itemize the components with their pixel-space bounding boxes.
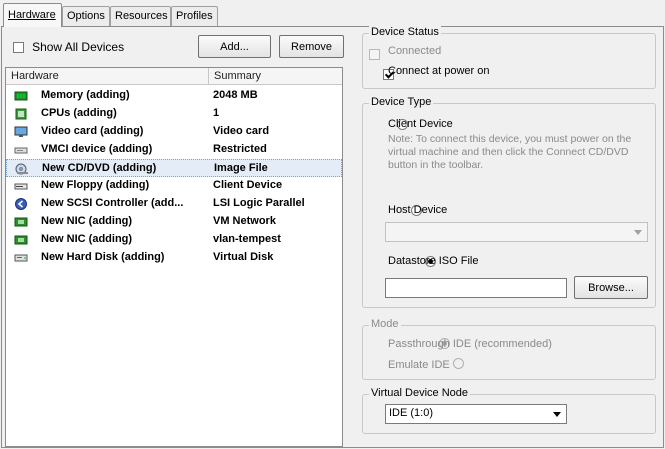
row-name: New Floppy (adding) xyxy=(41,179,150,191)
note-line: Note: To connect this device, you must p… xyxy=(388,133,632,145)
list-item-cpus[interactable]: CPUs (adding) 1 xyxy=(6,105,342,123)
row-name: New NIC (adding) xyxy=(41,215,133,227)
scsi-controller-icon xyxy=(15,198,27,210)
list-item-new-nic-2[interactable]: New NIC (adding) vlan-tempest xyxy=(6,231,342,249)
list-item-memory[interactable]: Memory (adding) 2048 MB xyxy=(6,87,342,105)
row-summary: 1 xyxy=(213,107,220,119)
remove-button[interactable]: Remove xyxy=(279,35,344,58)
row-name: New CD/DVD (adding) xyxy=(42,162,157,174)
datastore-iso-path-input[interactable] xyxy=(385,278,567,298)
datastore-iso-label: Datastore ISO File xyxy=(388,255,479,267)
tab-resources[interactable]: Resources xyxy=(110,6,171,26)
browse-button[interactable]: Browse... xyxy=(574,276,648,299)
show-all-devices-check[interactable] xyxy=(13,41,24,53)
host-device-dropdown[interactable] xyxy=(385,222,648,242)
nic-icon xyxy=(14,235,28,245)
row-name: New Hard Disk (adding) xyxy=(41,251,165,263)
list-item-video-card[interactable]: Video card (adding) Video card xyxy=(6,123,342,141)
add-button[interactable]: Add... xyxy=(198,35,271,58)
list-item-new-cd-dvd[interactable]: New CD/DVD (adding) Image File xyxy=(6,159,342,177)
row-name: Video card (adding) xyxy=(41,125,144,137)
tab-bar: Hardware Options Resources Profiles xyxy=(0,0,665,27)
show-all-devices-checkbox[interactable]: Show All Devices xyxy=(13,40,124,54)
row-summary: 2048 MB xyxy=(213,89,258,101)
row-name: Memory (adding) xyxy=(41,89,130,101)
list-item-vmci-device[interactable]: VMCI device (adding) Restricted xyxy=(6,141,342,159)
row-summary: Client Device xyxy=(213,179,283,191)
show-all-devices-label: Show All Devices xyxy=(32,40,125,54)
device-status-group: Device Status xyxy=(362,26,656,89)
list-item-new-nic-1[interactable]: New NIC (adding) VM Network xyxy=(6,213,342,231)
nic-icon xyxy=(14,217,28,227)
emulate-ide-label: Emulate IDE xyxy=(388,359,450,371)
row-name: New SCSI Controller (add... xyxy=(41,197,184,209)
mode-group: Mode xyxy=(362,318,656,380)
row-summary: Image File xyxy=(214,162,268,174)
mode-title: Mode xyxy=(369,318,401,330)
cd-dvd-icon xyxy=(15,163,28,175)
list-item-new-scsi-controller[interactable]: New SCSI Controller (add... LSI Logic Pa… xyxy=(6,195,342,213)
passthrough-ide-label: Passthrough IDE (recommended) xyxy=(388,338,552,350)
cpu-icon xyxy=(15,108,27,120)
tab-hardware[interactable]: Hardware xyxy=(3,3,62,27)
monitor-icon xyxy=(14,126,28,137)
row-name: New NIC (adding) xyxy=(41,233,133,245)
client-device-note: Note: To connect this device, you must p… xyxy=(388,133,653,172)
note-line: virtual machine and then click the Conne… xyxy=(388,146,629,158)
column-header-hardware[interactable]: Hardware xyxy=(6,68,209,85)
client-device-label: Client Device xyxy=(388,118,453,130)
hard-disk-icon xyxy=(14,254,28,262)
list-header: Hardware Summary xyxy=(6,68,342,85)
connected-checkbox[interactable] xyxy=(369,48,380,60)
floppy-icon xyxy=(14,183,28,190)
host-device-label: Host Device xyxy=(388,204,448,216)
list-item-new-hard-disk[interactable]: New Hard Disk (adding) Virtual Disk xyxy=(6,249,342,267)
device-type-title: Device Type xyxy=(369,96,434,108)
virtual-device-node-title: Virtual Device Node xyxy=(369,387,471,399)
row-summary: LSI Logic Parallel xyxy=(213,197,305,209)
connected-label: Connected xyxy=(388,45,442,57)
row-summary: Restricted xyxy=(213,143,267,155)
memory-icon xyxy=(14,91,28,101)
row-name: CPUs (adding) xyxy=(41,107,117,119)
virtual-device-node-value: IDE (1:0) xyxy=(389,407,434,419)
chevron-down-icon xyxy=(630,224,646,240)
row-summary: vlan-tempest xyxy=(213,233,281,245)
row-name: VMCI device (adding) xyxy=(41,143,153,155)
chevron-down-icon xyxy=(549,406,565,422)
row-summary: Virtual Disk xyxy=(213,251,274,263)
connect-at-power-on-label: Connect at power on xyxy=(388,65,490,77)
row-summary: VM Network xyxy=(213,215,276,227)
column-header-summary[interactable]: Summary xyxy=(209,68,342,85)
note-line: button in the toolbar. xyxy=(388,159,484,171)
vmci-device-icon xyxy=(14,147,28,154)
hardware-list[interactable]: Hardware Summary Memory (adding) 2048 MB… xyxy=(5,67,343,447)
virtual-device-node-dropdown[interactable]: IDE (1:0) xyxy=(385,404,567,424)
list-item-new-floppy[interactable]: New Floppy (adding) Client Device xyxy=(6,177,342,195)
row-summary: Video card xyxy=(213,125,270,137)
tab-options[interactable]: Options xyxy=(62,6,110,26)
tab-profiles[interactable]: Profiles xyxy=(171,6,218,26)
device-status-title: Device Status xyxy=(369,26,441,38)
